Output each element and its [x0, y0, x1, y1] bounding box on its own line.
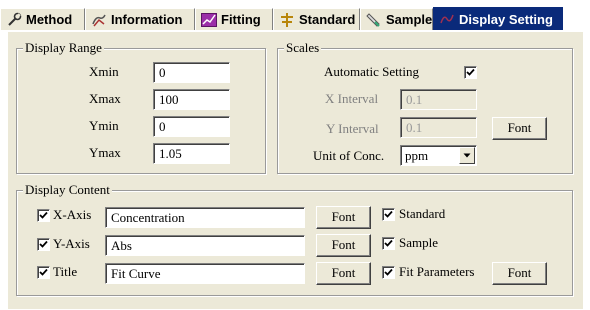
- tab-label: Information: [111, 12, 183, 27]
- xmin-label: Xmin: [89, 64, 119, 79]
- tab-label: Display Setting: [459, 11, 553, 27]
- x-axis-font-button[interactable]: Font: [316, 206, 371, 229]
- tab-label: Standard: [299, 12, 356, 27]
- ymin-input[interactable]: 0: [153, 116, 230, 137]
- ymax-label: Ymax: [89, 145, 121, 160]
- tab-label: Fitting: [221, 12, 261, 27]
- tab-method[interactable]: Method: [0, 8, 85, 30]
- title-font-button[interactable]: Font: [316, 262, 371, 285]
- ymin-label: Ymin: [89, 118, 119, 133]
- x-interval-label: X Interval: [325, 91, 379, 106]
- standard-icon: [279, 12, 295, 28]
- sample-label: Sample: [399, 235, 438, 250]
- automatic-setting-label: Automatic Setting: [324, 64, 419, 79]
- wrench-icon: [6, 12, 22, 28]
- title-label: Title: [53, 264, 78, 279]
- automatic-setting-checkbox[interactable]: [464, 66, 477, 79]
- info-icon: [91, 12, 107, 28]
- checkmark-icon: [39, 240, 48, 248]
- display-setting-icon: [439, 11, 455, 27]
- unit-of-conc-select[interactable]: ppm: [400, 145, 477, 166]
- tab-fitting[interactable]: Fitting: [195, 8, 273, 30]
- ymax-input[interactable]: 1.05: [153, 143, 230, 164]
- xmin-input[interactable]: 0: [153, 62, 230, 83]
- title-checkbox[interactable]: [37, 266, 50, 279]
- fit-parameters-font-button[interactable]: Font: [492, 262, 547, 285]
- x-axis-checkbox[interactable]: [37, 209, 50, 222]
- y-axis-font-button[interactable]: Font: [316, 234, 371, 257]
- checkmark-icon: [39, 268, 48, 276]
- standard-label: Standard: [399, 206, 446, 221]
- xmax-input[interactable]: 100: [153, 89, 230, 110]
- x-axis-label: X-Axis: [53, 207, 92, 222]
- tab-sample[interactable]: Sample: [360, 8, 433, 30]
- y-axis-label: Y-Axis: [53, 236, 90, 251]
- chart-title-input[interactable]: Fit Curve: [105, 263, 305, 284]
- sample-checkbox[interactable]: [382, 237, 395, 250]
- sample-icon: [366, 12, 382, 28]
- unit-of-conc-value: ppm: [405, 148, 429, 163]
- tab-display-setting[interactable]: Display Setting: [433, 7, 563, 30]
- y-axis-checkbox[interactable]: [37, 238, 50, 251]
- y-interval-input[interactable]: 0.1: [400, 117, 477, 138]
- standard-checkbox[interactable]: [382, 208, 395, 221]
- xmax-label: Xmax: [89, 91, 121, 106]
- checkmark-icon: [466, 68, 475, 76]
- checkmark-icon: [384, 239, 393, 247]
- display-setting-panel: Display Range Xmin 0 Xmax 100 Ymin 0 Yma…: [8, 31, 583, 309]
- fit-parameters-label: Fit Parameters: [399, 264, 475, 279]
- checkmark-icon: [384, 268, 393, 276]
- display-content-title: Display Content: [23, 182, 112, 198]
- checkmark-icon: [384, 210, 393, 218]
- tab-information[interactable]: Information: [85, 8, 195, 30]
- y-axis-title-input[interactable]: Abs: [105, 235, 305, 256]
- chevron-down-icon[interactable]: [459, 147, 475, 164]
- tab-label: Method: [26, 12, 73, 27]
- x-axis-title-input[interactable]: Concentration: [105, 207, 305, 228]
- y-interval-label: Y Interval: [326, 121, 379, 136]
- scales-title: Scales: [284, 40, 322, 56]
- tab-standard[interactable]: Standard: [273, 8, 360, 30]
- tab-strip: Method Information Fitting Standard Samp…: [0, 7, 590, 31]
- x-interval-input[interactable]: 0.1: [400, 89, 477, 110]
- unit-of-conc-label: Unit of Conc.: [313, 148, 385, 163]
- scales-font-button[interactable]: Font: [492, 117, 547, 140]
- checkmark-icon: [39, 211, 48, 219]
- display-range-title: Display Range: [23, 40, 104, 56]
- fit-parameters-checkbox[interactable]: [382, 266, 395, 279]
- tab-label: Sample: [386, 12, 433, 27]
- fitting-chart-icon: [201, 12, 217, 28]
